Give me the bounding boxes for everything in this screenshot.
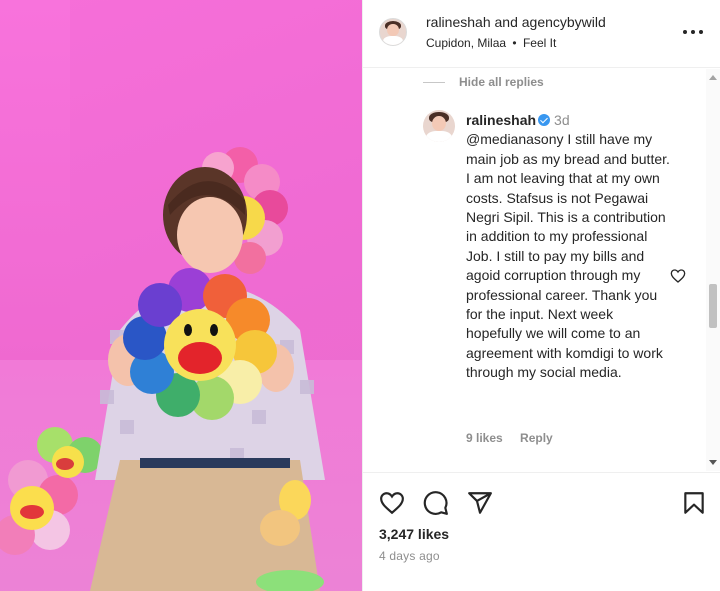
scroll-thumb[interactable] <box>709 284 717 328</box>
like-count[interactable]: 3,247 likes <box>379 526 449 542</box>
reply-button[interactable]: Reply <box>520 431 553 445</box>
bookmark-icon[interactable] <box>681 490 707 516</box>
heart-icon[interactable] <box>379 490 405 516</box>
flower-pillow-floor <box>0 427 103 555</box>
post-panel: ralineshah and agencybywild Cupidon, Mil… <box>362 0 720 591</box>
more-options-icon[interactable] <box>683 22 703 42</box>
post-photo[interactable] <box>0 0 362 591</box>
post-timestamp[interactable]: 4 days ago <box>379 549 440 563</box>
reply-username[interactable]: ralineshah <box>466 112 536 128</box>
reply-avatar[interactable] <box>423 110 455 142</box>
reply-likes[interactable]: 9 likes <box>466 431 503 445</box>
subtitle-separator: • <box>512 36 517 50</box>
replies-divider <box>423 81 445 83</box>
scroll-down-arrow[interactable] <box>709 460 717 465</box>
post-actions: 3,247 likes 4 days ago <box>363 472 720 591</box>
reply-comment: ralineshah 3d @medianasony I still have m… <box>466 111 671 383</box>
comments-list: Hide all replies ralineshah 3d @medianaso… <box>363 69 720 469</box>
share-icon[interactable] <box>467 490 493 516</box>
comment-like-heart-icon[interactable] <box>670 268 686 284</box>
comment-icon[interactable] <box>423 490 449 516</box>
post-header: ralineshah and agencybywild Cupidon, Mil… <box>363 0 720 68</box>
author-username[interactable]: ralineshah <box>426 14 491 30</box>
verified-badge-icon <box>538 114 551 126</box>
reply-meta: 9 likes Reply <box>466 431 567 445</box>
scroll-up-arrow[interactable] <box>709 75 717 80</box>
hide-replies-button[interactable]: Hide all replies <box>423 75 544 89</box>
location-link[interactable]: Cupidon, Milaa <box>426 36 506 50</box>
author-joiner: and <box>494 14 518 30</box>
author-names: ralineshah and agencybywild <box>426 14 606 30</box>
photo-illustration <box>0 147 325 591</box>
comments-scrollbar[interactable] <box>706 69 720 471</box>
post-subtitle: Cupidon, Milaa • Feel It <box>426 36 556 50</box>
audio-link[interactable]: Feel It <box>523 36 556 50</box>
author-avatar[interactable] <box>379 18 407 46</box>
hide-replies-label: Hide all replies <box>459 75 544 89</box>
reply-text: @medianasony I still have my main job as… <box>466 131 670 381</box>
collaborator-username[interactable]: agencybywild <box>522 14 606 30</box>
reply-time: 3d <box>554 112 570 128</box>
